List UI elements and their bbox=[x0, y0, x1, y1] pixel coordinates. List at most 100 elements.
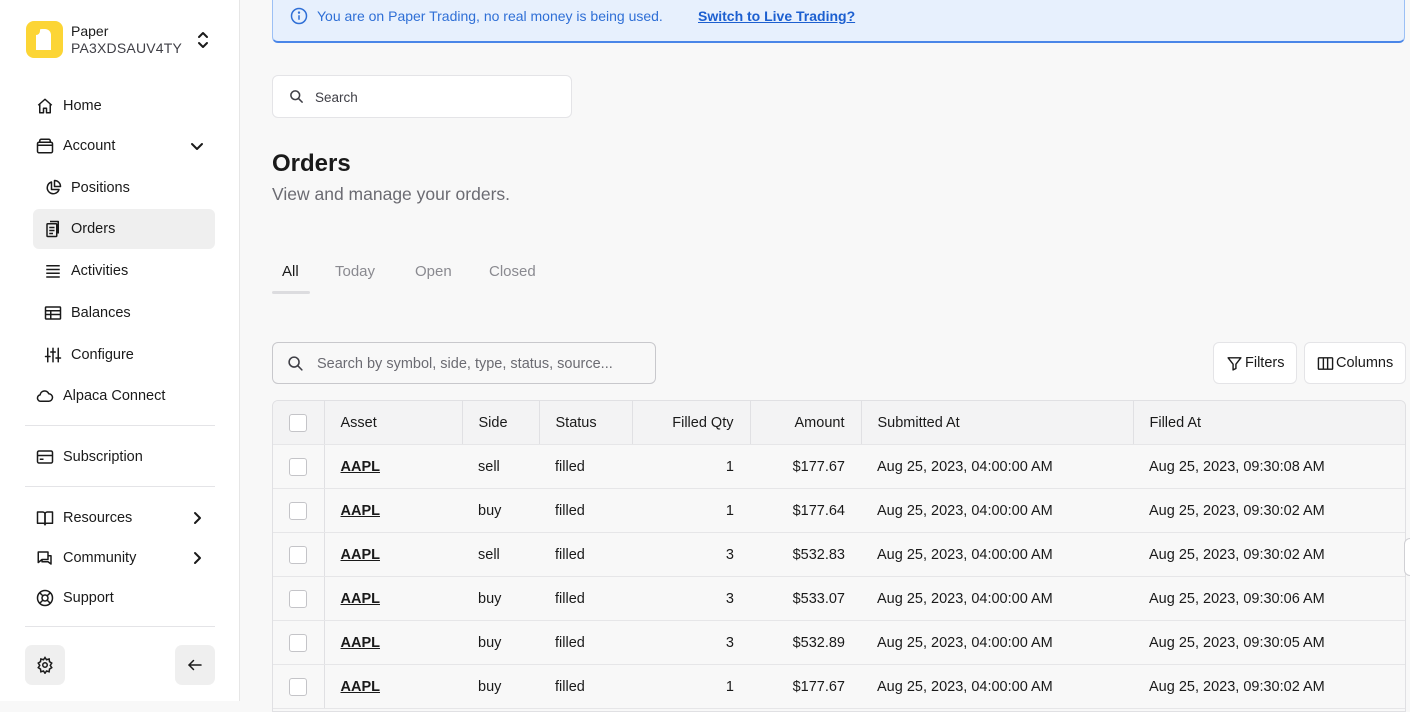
filled-at-cell: Aug 25, 2023, 09:30:05 AM bbox=[1133, 620, 1405, 665]
submitted-at-cell: Aug 25, 2023, 04:00:00 AM bbox=[861, 620, 1133, 665]
sidebar-item-home[interactable]: Home bbox=[33, 86, 215, 126]
sidebar-divider bbox=[25, 626, 215, 627]
side-cell: sell bbox=[462, 532, 539, 577]
tab-all[interactable]: All bbox=[282, 263, 299, 280]
asset-link[interactable]: AAPL bbox=[341, 547, 380, 563]
side-cell: buy bbox=[462, 488, 539, 533]
status-cell: filled bbox=[539, 664, 632, 709]
row-checkbox[interactable] bbox=[289, 677, 308, 696]
filters-button[interactable]: Filters bbox=[1213, 342, 1297, 384]
table-row[interactable]: AAPL sell filled 3 $532.83 Aug 25, 2023,… bbox=[273, 532, 1405, 577]
asset-link[interactable]: AAPL bbox=[341, 459, 380, 475]
table-icon bbox=[44, 304, 62, 322]
settings-button[interactable] bbox=[25, 645, 65, 685]
submitted-at-cell: Aug 25, 2023, 04:00:00 AM bbox=[861, 444, 1133, 489]
asset-cell: AAPL bbox=[324, 444, 462, 489]
sidebar-item-alpaca-connect[interactable]: Alpaca Connect bbox=[33, 376, 215, 416]
clipboard-icon bbox=[44, 220, 62, 238]
sidebar-item-subscription[interactable]: Subscription bbox=[33, 437, 215, 477]
table-row[interactable]: AAPL buy filled 3 $532.89 Aug 25, 2023, … bbox=[273, 620, 1405, 665]
tab-open[interactable]: Open bbox=[415, 263, 452, 280]
asset-link[interactable]: AAPL bbox=[341, 635, 380, 651]
sidebar-item-community[interactable]: Community bbox=[33, 538, 215, 578]
amount-cell: $177.67 bbox=[750, 444, 861, 489]
sidebar-item-label: Balances bbox=[71, 305, 131, 321]
status-cell: filled bbox=[539, 620, 632, 665]
amount-cell: $177.67 bbox=[750, 664, 861, 709]
column-header-status[interactable]: Status bbox=[539, 401, 633, 445]
tab-closed[interactable]: Closed bbox=[489, 263, 536, 280]
chevron-up-down-icon[interactable] bbox=[194, 30, 212, 50]
switch-to-live-link[interactable]: Switch to Live Trading? bbox=[698, 8, 855, 24]
gear-icon bbox=[37, 656, 53, 674]
asset-cell: AAPL bbox=[324, 620, 462, 665]
column-header-submitted-at[interactable]: Submitted At bbox=[861, 401, 1134, 445]
chevron-right-icon[interactable] bbox=[189, 510, 205, 526]
asset-link[interactable]: AAPL bbox=[341, 591, 380, 607]
row-checkbox[interactable] bbox=[289, 457, 308, 476]
sidebar-item-balances[interactable]: Balances bbox=[33, 293, 215, 333]
filled-at-cell: Aug 25, 2023, 09:30:02 AM bbox=[1133, 532, 1405, 577]
info-icon bbox=[290, 7, 308, 25]
sidebar-item-configure[interactable]: Configure bbox=[33, 335, 215, 375]
sidebar-item-positions[interactable]: Positions bbox=[33, 168, 215, 208]
columns-icon bbox=[1317, 357, 1334, 370]
sidebar-item-label: Configure bbox=[71, 347, 134, 363]
page-title: Orders bbox=[272, 150, 351, 177]
row-checkbox[interactable] bbox=[289, 589, 308, 608]
filled-qty-cell: 1 bbox=[632, 664, 750, 709]
status-cell: filled bbox=[539, 444, 632, 489]
cloud-icon bbox=[36, 387, 54, 405]
sidebar-item-resources[interactable]: Resources bbox=[33, 498, 215, 538]
column-header-filled-at[interactable]: Filled At bbox=[1133, 401, 1405, 445]
list-icon bbox=[44, 262, 62, 280]
lifebuoy-icon bbox=[36, 589, 54, 607]
column-header-filled-qty[interactable]: Filled Qty bbox=[632, 401, 751, 445]
chevron-down-icon[interactable] bbox=[189, 138, 205, 154]
sidebar-item-activities[interactable]: Activities bbox=[33, 251, 215, 291]
account-switcher[interactable]: Paper PA3XDSAUV4TY bbox=[26, 20, 216, 60]
home-icon bbox=[36, 97, 54, 115]
asset-link[interactable]: AAPL bbox=[341, 679, 380, 695]
table-row[interactable]: AAPL buy filled 1 $177.64 Aug 25, 2023, … bbox=[273, 488, 1405, 533]
table-row[interactable]: AAPL sell filled 1 $177.67 Aug 25, 2023,… bbox=[273, 444, 1405, 489]
row-select-cell bbox=[273, 488, 325, 533]
chevron-right-icon[interactable] bbox=[189, 550, 205, 566]
row-checkbox[interactable] bbox=[289, 545, 308, 564]
alpaca-logo bbox=[26, 21, 63, 58]
orders-search[interactable] bbox=[272, 342, 656, 384]
row-checkbox[interactable] bbox=[289, 633, 308, 652]
amount-cell: $532.89 bbox=[750, 620, 861, 665]
sidebar-item-support[interactable]: Support bbox=[33, 578, 215, 618]
row-select-cell bbox=[273, 444, 325, 489]
column-header-amount[interactable]: Amount bbox=[750, 401, 862, 445]
column-header-side[interactable]: Side bbox=[462, 401, 540, 445]
table-header-row: Asset Side Status Filled Qty Amount Subm… bbox=[273, 401, 1405, 445]
sidebar-item-account[interactable]: Account bbox=[33, 126, 215, 166]
sliders-icon bbox=[44, 346, 62, 364]
global-search[interactable] bbox=[272, 75, 572, 118]
table-row[interactable]: AAPL buy filled 3 $533.07 Aug 25, 2023, … bbox=[273, 576, 1405, 621]
row-select-cell bbox=[273, 532, 325, 577]
sidebar-item-orders[interactable]: Orders bbox=[33, 209, 215, 249]
filter-icon bbox=[1227, 357, 1242, 371]
collapse-sidebar-button[interactable] bbox=[175, 645, 215, 685]
columns-button[interactable]: Columns bbox=[1304, 342, 1406, 384]
status-cell: filled bbox=[539, 576, 632, 621]
orders-search-input[interactable] bbox=[315, 353, 649, 375]
table-row[interactable]: AAPL buy filled 1 $177.67 Aug 25, 2023, … bbox=[273, 664, 1405, 709]
search-input[interactable] bbox=[313, 86, 557, 108]
row-checkbox[interactable] bbox=[289, 501, 308, 520]
asset-link[interactable]: AAPL bbox=[341, 503, 380, 519]
sidebar-item-label: Subscription bbox=[63, 449, 143, 465]
amount-cell: $177.64 bbox=[750, 488, 861, 533]
sidebar-item-label: Positions bbox=[71, 180, 130, 196]
wallet-icon bbox=[36, 137, 54, 155]
table-scroll-handle[interactable] bbox=[1404, 538, 1410, 576]
select-all-checkbox[interactable] bbox=[289, 413, 308, 432]
column-header-asset[interactable]: Asset bbox=[324, 401, 463, 445]
sidebar-item-label: Resources bbox=[63, 510, 133, 526]
account-name: Paper bbox=[71, 23, 109, 39]
tab-today[interactable]: Today bbox=[335, 263, 375, 280]
side-cell: sell bbox=[462, 444, 539, 489]
